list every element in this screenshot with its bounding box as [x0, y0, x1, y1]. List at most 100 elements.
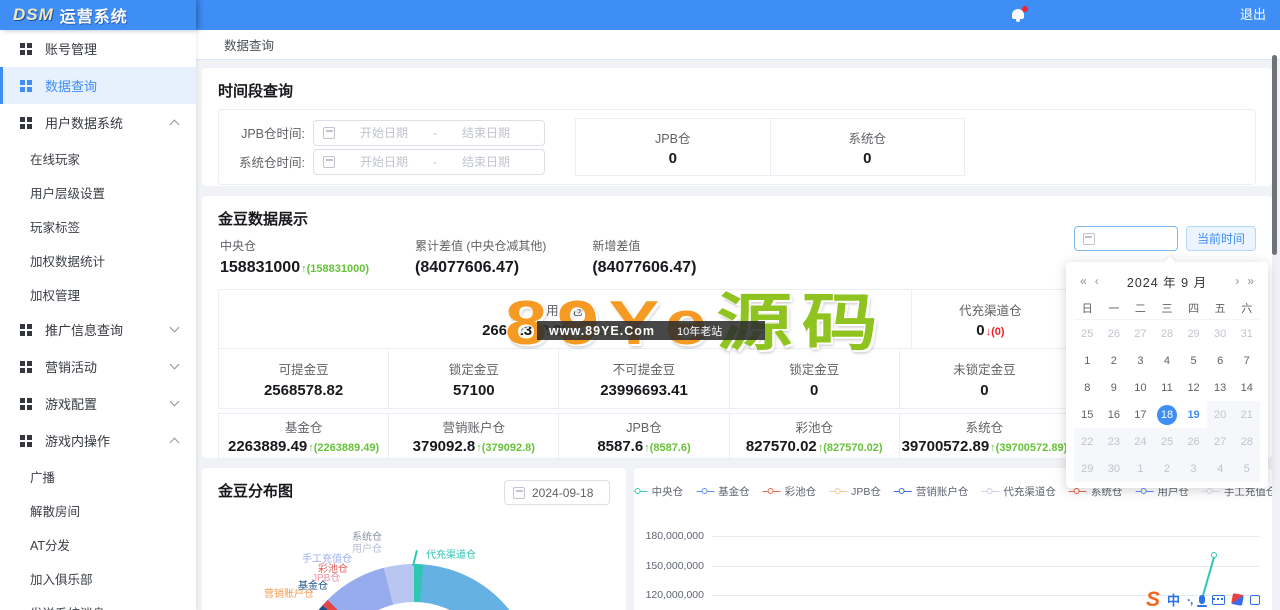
sidebar-item-游戏内操作[interactable]: 游戏内操作	[0, 422, 196, 459]
calendar-day-11[interactable]: 11	[1154, 374, 1181, 401]
calendar-day-7[interactable]: 7	[1233, 347, 1260, 374]
legend-label: 彩池仓	[785, 484, 817, 499]
calendar-header: « ‹ 2024 年 9 月 › »	[1074, 268, 1260, 294]
calendar-month-title[interactable]: 2024 年 9 月	[1103, 272, 1232, 291]
legend-circle	[899, 488, 905, 494]
calendar-day-29-other[interactable]: 29	[1180, 320, 1207, 347]
pie-slice-label-代充渠道仓: 代充渠道仓	[426, 546, 476, 561]
sidebar-item-AT分发[interactable]: AT分发	[0, 527, 196, 561]
sogou-logo[interactable]: S	[1146, 590, 1160, 610]
jpb-time-range-input[interactable]: 开始日期 - 结束日期	[313, 120, 545, 146]
sidebar-item-营销活动[interactable]: 营销活动	[0, 348, 196, 385]
weekday-label: 一	[1101, 300, 1128, 316]
sidebar-item-在线玩家[interactable]: 在线玩家	[0, 141, 196, 175]
calendar-day-18-selected[interactable]: 18	[1154, 401, 1181, 428]
sidebar-item-广播[interactable]: 广播	[0, 459, 196, 493]
time-query-form: JPB仓时间: 开始日期 - 结束日期 系统仓时间: 开始日期	[231, 117, 561, 178]
sidebar-item-label: 加权管理	[30, 285, 80, 304]
chevron-down-icon	[170, 360, 180, 370]
calendar-day-12[interactable]: 12	[1180, 374, 1207, 401]
sidebar-item-用户层级设置[interactable]: 用户层级设置	[0, 175, 196, 209]
sidebar-item-label: 加权数据统计	[30, 251, 105, 270]
microphone-icon[interactable]	[1199, 595, 1205, 604]
sidebar-item-发送系统消息[interactable]: 发送系统消息	[0, 595, 196, 610]
calendar-day-16[interactable]: 16	[1101, 401, 1128, 428]
next-year-button[interactable]: »	[1243, 274, 1258, 288]
sidebar-item-加入俱乐部[interactable]: 加入俱乐部	[0, 561, 196, 595]
legend-marker-icon	[634, 487, 648, 496]
sidebar-item-加权数据统计[interactable]: 加权数据统计	[0, 243, 196, 277]
current-time-button[interactable]: 当前时间	[1186, 226, 1256, 251]
calendar-day-4[interactable]: 4	[1154, 347, 1181, 374]
bean-date-input[interactable]	[1074, 226, 1178, 251]
day-number: 30	[1108, 463, 1120, 475]
keyboard-icon[interactable]	[1212, 595, 1225, 605]
legend-item-JPB仓[interactable]: JPB仓	[829, 484, 881, 499]
calendar-day-28-other[interactable]: 28	[1154, 320, 1181, 347]
calendar-day-14[interactable]: 14	[1233, 374, 1260, 401]
next-month-button[interactable]: ›	[1231, 274, 1243, 288]
prev-month-button[interactable]: ‹	[1091, 274, 1103, 288]
legend-item-营销账户仓[interactable]: 营销账户仓	[894, 484, 969, 499]
day-number: 25	[1161, 436, 1173, 448]
top-stat-中央仓: 中央仓158831000↑(158831000)	[220, 237, 369, 277]
calendar-day-8[interactable]: 8	[1074, 374, 1101, 401]
sidebar-item-加权管理[interactable]: 加权管理	[0, 277, 196, 311]
day-number: 4	[1217, 463, 1223, 475]
legend-marker-icon	[981, 487, 999, 496]
pie-date-input[interactable]: 2024-09-18	[504, 480, 610, 505]
calendar-day-27-other[interactable]: 27	[1127, 320, 1154, 347]
prev-year-button[interactable]: «	[1076, 274, 1091, 288]
legend-item-基金仓[interactable]: 基金仓	[696, 484, 750, 499]
system-time-range-input[interactable]: 开始日期 - 结束日期	[313, 149, 545, 175]
calendar-day-3[interactable]: 3	[1127, 347, 1154, 374]
stat-label: 锁定金豆	[449, 359, 499, 378]
sidebar-item-游戏配置[interactable]: 游戏配置	[0, 385, 196, 422]
calendar-day-1[interactable]: 1	[1074, 347, 1101, 374]
day-number: 9	[1111, 382, 1117, 394]
chinese-mode-icon[interactable]: 中	[1167, 590, 1180, 609]
punctuation-icon[interactable]: ·,	[1187, 593, 1192, 607]
calendar-day-5[interactable]: 5	[1180, 347, 1207, 374]
ime-toolbar: S 中 ·,	[1146, 589, 1260, 610]
sidebar-item-解散房间[interactable]: 解散房间	[0, 493, 196, 527]
calendar-day-31-other[interactable]: 31	[1233, 320, 1260, 347]
page-scrollbar-thumb[interactable]	[1272, 55, 1277, 255]
notification-bell-button[interactable]	[1012, 8, 1028, 23]
day-number: 28	[1161, 328, 1173, 340]
stat-value: (84077606.47)	[415, 259, 546, 277]
toolbox-icon[interactable]	[1232, 593, 1245, 606]
data-point-marker[interactable]	[1211, 552, 1217, 558]
sidebar-item-label: 游戏配置	[45, 394, 97, 413]
calendar-day-19-today[interactable]: 19	[1180, 401, 1207, 428]
day-number: 11	[1161, 382, 1172, 394]
calendar-day-26-other[interactable]: 26	[1101, 320, 1128, 347]
sidebar-item-label: 账号管理	[45, 39, 97, 58]
legend-item-代充渠道仓[interactable]: 代充渠道仓	[981, 484, 1056, 499]
calendar-day-10[interactable]: 10	[1127, 374, 1154, 401]
calendar-day-15[interactable]: 15	[1074, 401, 1101, 428]
calendar-day-9[interactable]: 9	[1101, 374, 1128, 401]
more-tools-icon[interactable]	[1250, 595, 1260, 605]
calendar-day-17[interactable]: 17	[1127, 401, 1154, 428]
stat-value: 26622372.23↑(26622372.23)	[482, 322, 648, 339]
sidebar-item-用户数据系统[interactable]: 用户数据系统	[0, 104, 196, 141]
calendar-day-6[interactable]: 6	[1207, 347, 1234, 374]
top-bar: DSM 运营系统 退出	[0, 0, 1280, 30]
sidebar-item-账号管理[interactable]: 账号管理	[0, 30, 196, 67]
logout-button[interactable]: 退出	[1240, 0, 1266, 30]
legend-circle	[834, 488, 840, 494]
calendar-day-2[interactable]: 2	[1101, 347, 1128, 374]
calendar-day-30-other[interactable]: 30	[1207, 320, 1234, 347]
legend-item-彩池仓[interactable]: 彩池仓	[763, 484, 817, 499]
legend-item-中央仓[interactable]: 中央仓	[634, 484, 683, 499]
grid-icon	[20, 324, 32, 336]
calendar-day-25-other[interactable]: 25	[1074, 320, 1101, 347]
calendar-day-13[interactable]: 13	[1207, 374, 1234, 401]
sidebar-item-玩家标签[interactable]: 玩家标签	[0, 209, 196, 243]
day-number: 10	[1134, 382, 1146, 394]
bottom-cell-JPB仓: JPB仓8587.6↑(8587.6)	[558, 413, 729, 459]
sidebar-item-推广信息查询[interactable]: 推广信息查询	[0, 311, 196, 348]
sidebar-item-label: 加入俱乐部	[30, 569, 93, 588]
sidebar-item-数据查询[interactable]: 数据查询	[0, 67, 196, 104]
